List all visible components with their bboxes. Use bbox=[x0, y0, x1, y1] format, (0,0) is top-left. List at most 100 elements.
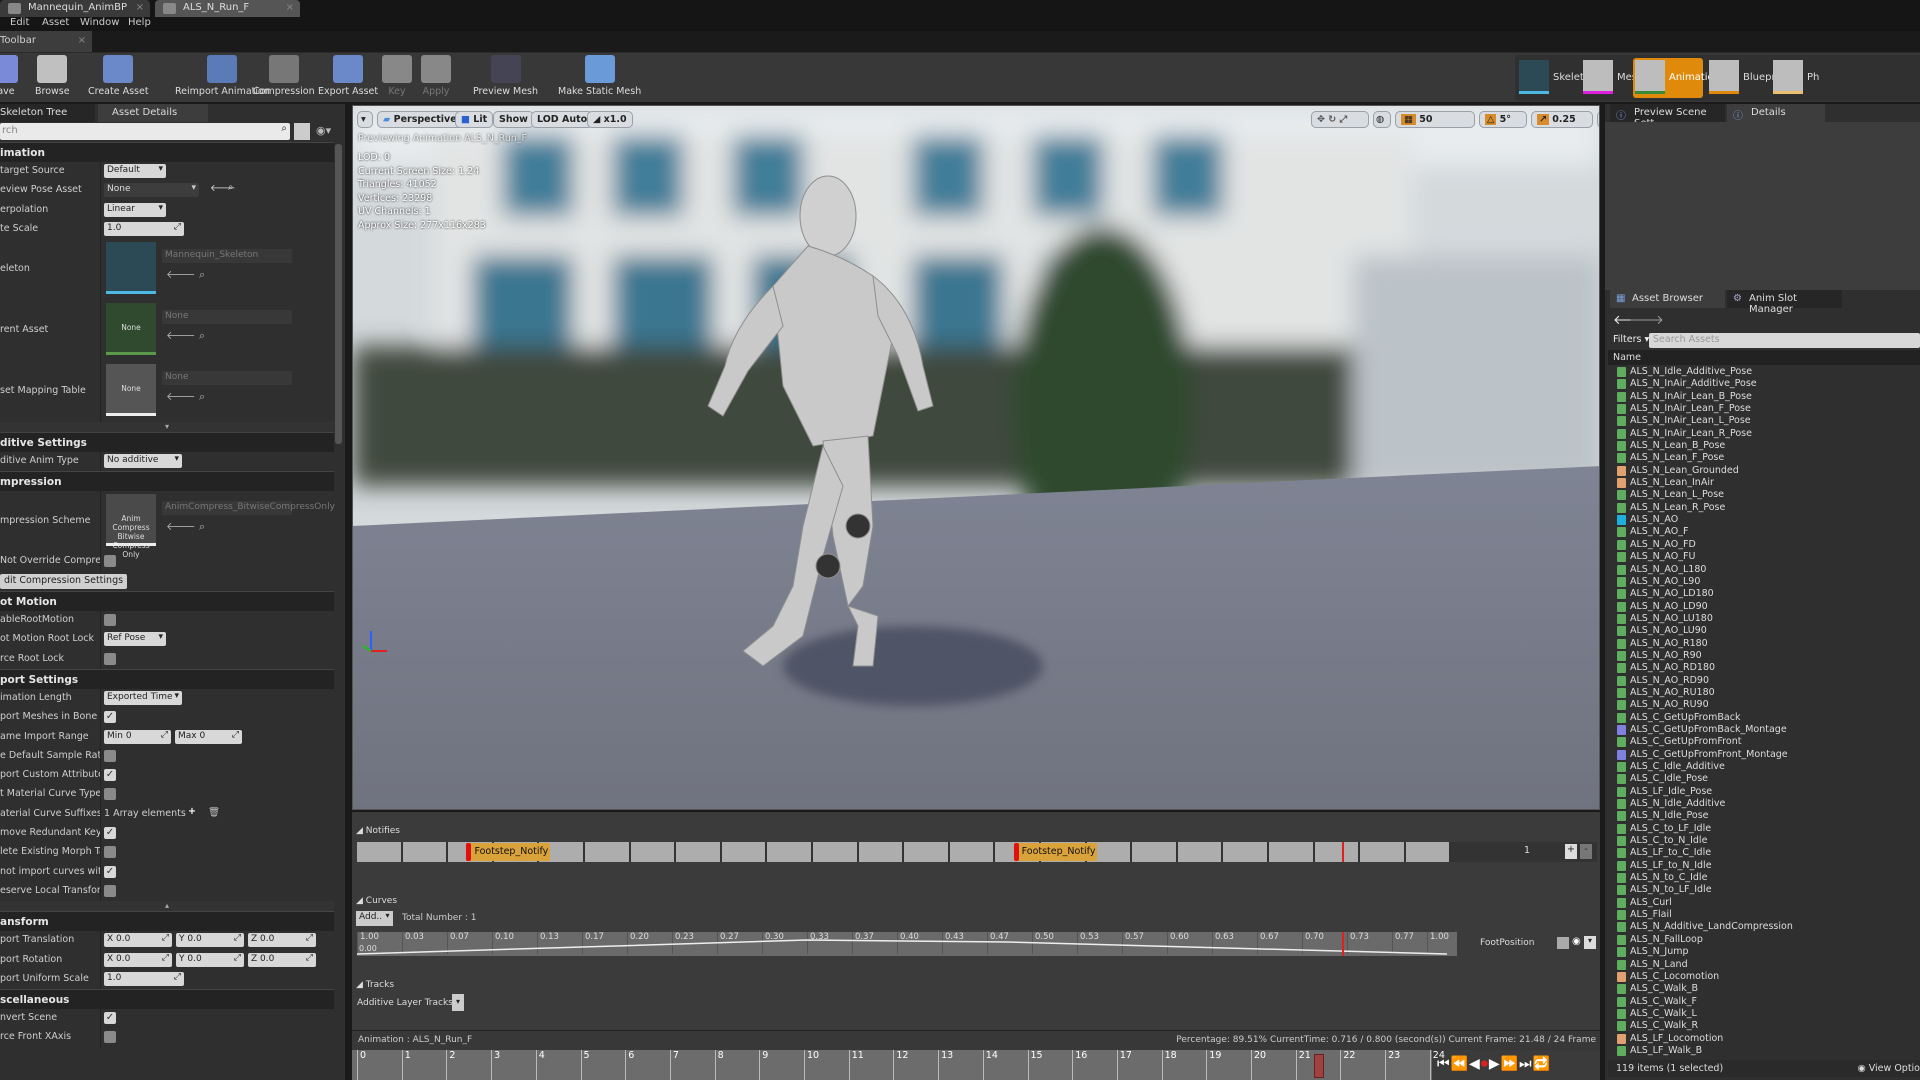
vector-field[interactable]: Y 0.0 bbox=[176, 933, 244, 948]
asset-list-item[interactable]: ALS_N_AO_LU180 bbox=[1608, 613, 1920, 625]
asset-list-item[interactable]: ALS_C_Walk_L bbox=[1608, 1008, 1920, 1020]
preview-viewport[interactable]: ▾ ▰ Perspective ■ Lit Show LOD Auto ◢ x1… bbox=[352, 105, 1600, 810]
checkbox[interactable] bbox=[104, 749, 116, 762]
dropdown[interactable]: None bbox=[104, 183, 199, 198]
transform-mode-buttons[interactable]: ✥ ↻ ⤢ bbox=[1311, 111, 1369, 128]
use-selected-icon[interactable]: 🡐 bbox=[166, 390, 196, 403]
number-field[interactable]: 1.0 bbox=[104, 221, 184, 236]
grid-snap-button[interactable]: ▦ 50 bbox=[1395, 111, 1475, 128]
asset-list-item[interactable]: ALS_N_AO_RU180 bbox=[1608, 687, 1920, 699]
asset-list-item[interactable]: ALS_N_Jump bbox=[1608, 946, 1920, 958]
asset-list-item[interactable]: ALS_C_to_LF_Idle bbox=[1608, 823, 1920, 835]
show-button[interactable]: Show bbox=[493, 111, 534, 128]
grid-view-icon[interactable] bbox=[294, 123, 310, 140]
toolbar-button-export-asset[interactable]: Export Asset bbox=[318, 55, 378, 97]
asset-list-item[interactable]: ALS_N_AO_R90 bbox=[1608, 650, 1920, 662]
toolbar-button-preview-mesh[interactable]: Preview Mesh bbox=[473, 55, 538, 97]
asset-list-item[interactable]: ALS_C_Idle_Pose bbox=[1608, 773, 1920, 785]
tab-preview-scene-settings[interactable]: ⓘPreview Scene Sett bbox=[1610, 104, 1725, 129]
checkbox[interactable]: ✓ bbox=[104, 827, 116, 840]
asset-picker[interactable]: None bbox=[162, 371, 292, 386]
asset-list-item[interactable]: ALS_LF_Idle_Pose bbox=[1608, 786, 1920, 798]
asset-list-item[interactable]: ALS_N_InAir_Lean_B_Pose bbox=[1608, 391, 1920, 403]
use-selected-icon[interactable]: 🡐 bbox=[166, 520, 196, 533]
asset-picker[interactable]: Mannequin_Skeleton bbox=[162, 249, 292, 264]
menu-window[interactable]: Window bbox=[80, 17, 119, 28]
mode-skeleton[interactable]: Skeleton bbox=[1517, 58, 1596, 98]
asset-list-item[interactable]: ALS_N_InAir_Lean_R_Pose bbox=[1608, 428, 1920, 440]
remove-track-button[interactable]: - bbox=[1580, 844, 1592, 859]
scale-snap-button[interactable]: ↗ 0.25 bbox=[1531, 111, 1593, 128]
dropdown[interactable]: Exported Time bbox=[104, 690, 182, 705]
asset-list-item[interactable]: ALS_N_AO_LD180 bbox=[1608, 588, 1920, 600]
dropdown[interactable]: Default bbox=[104, 164, 166, 178]
toolbar-button-compression[interactable]: Compression bbox=[253, 55, 315, 97]
toolbar-button-browse[interactable]: Browse bbox=[35, 55, 70, 97]
mode-ph[interactable]: Ph bbox=[1771, 58, 1821, 98]
tab-anim-slot-manager[interactable]: ⚙ Anim Slot Manager bbox=[1727, 290, 1842, 315]
frame-scrubber[interactable]: 0 1 2 3 4 5 6 7 8 9 10 11 12 13 14 15 16 17 18 19 20 21 22 23 24 bbox=[352, 1050, 1445, 1080]
menu-edit[interactable]: Edit bbox=[10, 17, 29, 28]
tab-details[interactable]: ⓘ Details bbox=[1727, 104, 1825, 122]
asset-list-item[interactable]: ALS_N_Idle_Additive_Pose bbox=[1608, 366, 1920, 378]
section-header[interactable]: imation bbox=[0, 142, 334, 162]
asset-list-item[interactable]: ALS_C_Walk_B bbox=[1608, 983, 1920, 995]
play-icon[interactable]: ▶ bbox=[1489, 1056, 1501, 1072]
chevron-down-icon[interactable]: ▾ bbox=[382, 911, 393, 926]
camera-speed-button[interactable]: ▣ 4 bbox=[1597, 111, 1599, 128]
asset-list-item[interactable]: ALS_Curl bbox=[1608, 897, 1920, 909]
toolbar-button-create-asset[interactable]: Create Asset bbox=[88, 55, 149, 97]
browse-icon[interactable]: ⌕ bbox=[228, 182, 233, 193]
range-field[interactable]: Min 0 bbox=[104, 729, 171, 744]
tracks-header[interactable]: ◢ Tracks bbox=[356, 980, 394, 990]
vector-field[interactable]: Z 0.0 bbox=[248, 952, 316, 967]
asset-list-item[interactable]: ALS_N_Lean_B_Pose bbox=[1608, 440, 1920, 452]
toolbar-button-make-static-mesh[interactable]: Make Static Mesh bbox=[558, 55, 641, 97]
section-header[interactable]: ot Motion bbox=[0, 591, 334, 612]
use-selected-icon[interactable]: 🡐 bbox=[166, 329, 196, 342]
scrollbar[interactable] bbox=[335, 144, 342, 444]
asset-list-item[interactable]: ALS_N_to_C_Idle bbox=[1608, 872, 1920, 884]
eye-icon[interactable]: ◉ bbox=[1572, 936, 1581, 947]
checkbox[interactable] bbox=[104, 614, 116, 627]
asset-list-item[interactable]: ALS_N_AO bbox=[1608, 514, 1920, 526]
asset-list-item[interactable]: ALS_N_AO_FU bbox=[1608, 551, 1920, 563]
add-track-button[interactable]: + bbox=[1565, 844, 1577, 859]
perspective-button[interactable]: ▰ Perspective bbox=[377, 111, 463, 128]
checkbox[interactable] bbox=[104, 1031, 116, 1044]
toolbar-tab[interactable]: Toolbar × bbox=[0, 31, 92, 52]
skip-to-end-icon[interactable]: ⏭ bbox=[1519, 1056, 1533, 1072]
asset-search-input[interactable]: Search Assets bbox=[1649, 333, 1920, 348]
mode-mesh[interactable]: Mesh bbox=[1581, 58, 1643, 98]
toolbar-button-apply[interactable]: Apply bbox=[421, 55, 451, 97]
vector-field[interactable]: Z 0.0 bbox=[248, 933, 316, 948]
asset-list-item[interactable]: ALS_N_AO_RU90 bbox=[1608, 699, 1920, 711]
asset-thumbnail[interactable]: Anim Compress Bitwise Compress Only bbox=[106, 494, 156, 559]
asset-list-item[interactable]: ALS_N_AO_LD90 bbox=[1608, 601, 1920, 613]
asset-list-item[interactable]: ALS_N_InAir_Lean_F_Pose bbox=[1608, 403, 1920, 415]
checkbox[interactable] bbox=[104, 846, 116, 859]
use-selected-icon[interactable]: 🡐 bbox=[166, 268, 196, 281]
tab-skeleton-tree[interactable]: Skeleton Tree bbox=[0, 104, 95, 122]
range-field[interactable]: Max 0 bbox=[175, 729, 242, 744]
checkbox[interactable]: ✓ bbox=[104, 769, 116, 782]
vector-field[interactable]: Y 0.0 bbox=[176, 952, 244, 967]
curves-header[interactable]: ◢ Curves bbox=[356, 896, 397, 906]
expand-arrow-icon[interactable]: ▴ bbox=[0, 901, 334, 912]
checkbox[interactable] bbox=[104, 555, 116, 568]
asset-list-item[interactable]: ALS_N_AO_R180 bbox=[1608, 638, 1920, 650]
lod-button[interactable]: LOD Auto bbox=[531, 111, 594, 128]
expand-arrow-icon[interactable]: ▾ bbox=[0, 422, 334, 433]
checkbox[interactable] bbox=[104, 884, 116, 897]
checkbox[interactable] bbox=[104, 788, 116, 801]
asset-thumbnail[interactable]: None bbox=[106, 364, 156, 417]
mode-animation[interactable]: Animation bbox=[1633, 58, 1720, 98]
curve-options-dropdown[interactable]: ▾ bbox=[1584, 936, 1596, 949]
asset-list-item[interactable]: ALS_N_Land bbox=[1608, 959, 1920, 971]
asset-list-item[interactable]: ALS_N_Lean_F_Pose bbox=[1608, 452, 1920, 464]
asset-list-item[interactable]: ALS_N_Idle_Pose bbox=[1608, 810, 1920, 822]
vector-field[interactable]: X 0.0 bbox=[104, 933, 172, 948]
scrub-handle[interactable] bbox=[1314, 1054, 1325, 1078]
tab-asset-browser[interactable]: ▦ Asset Browser bbox=[1610, 290, 1725, 308]
asset-list-item[interactable]: ALS_Flail bbox=[1608, 909, 1920, 921]
